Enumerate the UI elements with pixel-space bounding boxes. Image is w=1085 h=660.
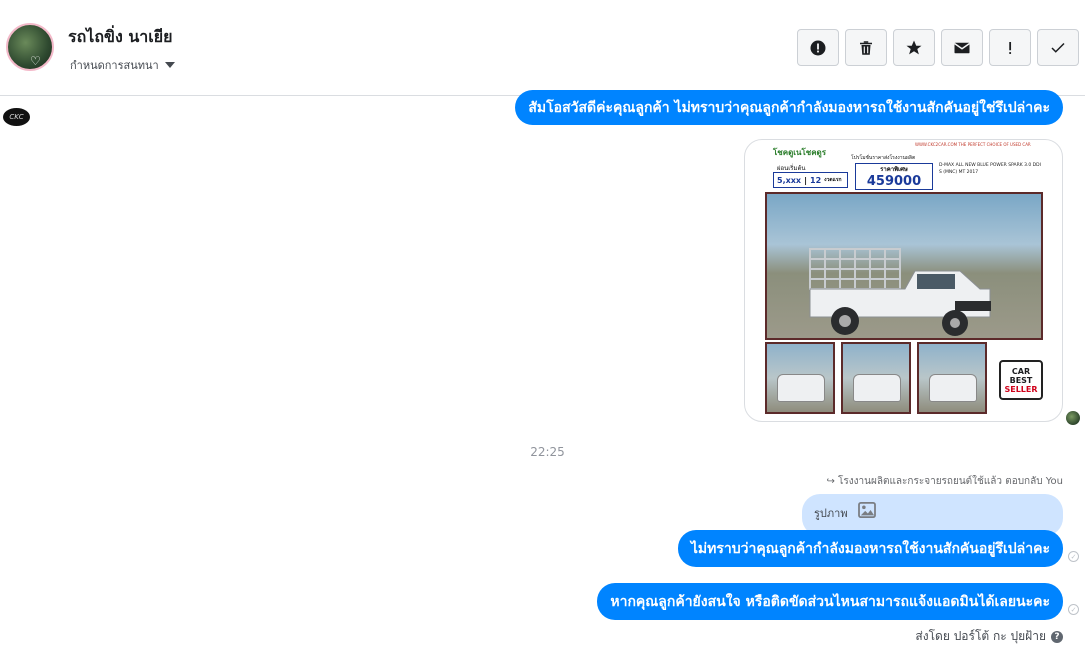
ad-months-suffix: งวดแรก [824,177,842,183]
envelope-icon [954,42,970,53]
best-seller-badge: CAR BEST SELLER [999,360,1043,400]
mark-unread-button[interactable] [941,29,983,66]
spam-button[interactable] [797,29,839,66]
reply-quote-label: รูปภาพ [814,507,848,520]
badge-line-2: BEST [1009,375,1033,385]
ad-price: 459000 [866,174,922,189]
ad-thumbnail [917,342,987,414]
trash-icon [860,40,872,55]
caret-down-icon [164,62,175,68]
reply-meta-text: โรงงานผลิตและกระจายรถยนต์ใช้แล้ว ตอบกลับ… [838,476,1063,487]
page-avatar[interactable]: CKC [3,108,30,126]
ad-thumbnail [841,342,911,414]
check-icon [1051,42,1065,53]
ad-installment: 5,xxx [777,175,802,185]
done-button[interactable] [1037,29,1079,66]
badge-line-3: SELLER [1004,384,1038,394]
star-button[interactable] [893,29,935,66]
truck-illustration [809,248,991,336]
message-bubble[interactable]: ไม่ทราบว่าคุณลูกค้ากำลังมองหารถใช้งานสัก… [677,530,1063,567]
ad-installment-box: 5,xxx | 12 งวดแรก [773,172,848,188]
follow-up-button[interactable] [989,29,1031,66]
ad-thumbnails: CAR BEST SELLER [765,342,1045,418]
delete-button[interactable] [845,29,887,66]
heart-icon: ♡ [30,54,41,68]
ad-model: D-MAX ALL NEW BLUE POWER SPARK 3.0 DDI S… [939,163,1041,175]
reply-arrow-icon: ↪ [826,476,835,487]
conversation-toolbar [797,29,1079,66]
sent-check-icon: ✓ [1068,604,1079,615]
contact-name[interactable]: รถไถขิ่ง นาเยีย [68,25,172,50]
conversation-schedule-dropdown[interactable]: กำหนดการสนทนา [70,56,175,74]
ad-header: WWW.CKC2CAR.COM THE PERFECT CHOICE OF US… [765,142,1045,194]
ad-site: WWW.CKC2CAR.COM THE PERFECT CHOICE OF US… [915,142,1031,147]
alert-circle-icon [810,40,826,55]
sent-check-icon: ✓ [1068,551,1079,562]
ad-photo [765,192,1043,340]
sent-by: ส่งโดย ปอร์โต้ กะ ปุยฝ้าย ? [915,627,1063,646]
help-icon[interactable]: ? [1051,630,1063,643]
read-receipt-avatar [1066,411,1080,425]
sent-by-text: ส่งโดย ปอร์โต้ กะ ปุยฝ้าย [915,629,1046,643]
ad-promo: โปรโมชั่นราคาส่งโรงงานผลิต [851,155,916,161]
schedule-label: กำหนดการสนทนา [70,59,159,72]
exclamation-icon [1009,41,1012,54]
reply-meta: ↪ โรงงานผลิตและกระจายรถยนต์ใช้แล้ว ตอบกล… [826,474,1063,489]
message-bubble[interactable]: สัมโอสวัสดีค่ะคุณลูกค้า ไม่ทราบว่าคุณลูก… [515,90,1063,125]
contact-avatar[interactable]: ♡ [6,23,54,71]
ad-price-box: ราคาพิเศษ 459000 [855,163,933,190]
ad-months: 12 [810,175,822,185]
star-icon [906,40,922,54]
ad-thumbnail [765,342,835,414]
message-timestamp: 22:25 [530,445,565,459]
ad-headline: โชคดูเนโชคดูร [773,148,827,157]
message-bubble[interactable]: หากคุณลูกค้ายังสนใจ หรือติดขัดส่วนไหนสาม… [597,583,1063,620]
conversation-header: ♡ รถไถขิ่ง นาเยีย กำหนดการสนทนา [0,0,1085,96]
page-avatar-logo: CKC [9,113,24,121]
message-image[interactable]: WWW.CKC2CAR.COM THE PERFECT CHOICE OF US… [744,139,1063,422]
badge-line-1: CAR [1011,366,1031,376]
image-icon [857,502,876,518]
ad-price-label: ราคาพิเศษ [880,166,908,173]
